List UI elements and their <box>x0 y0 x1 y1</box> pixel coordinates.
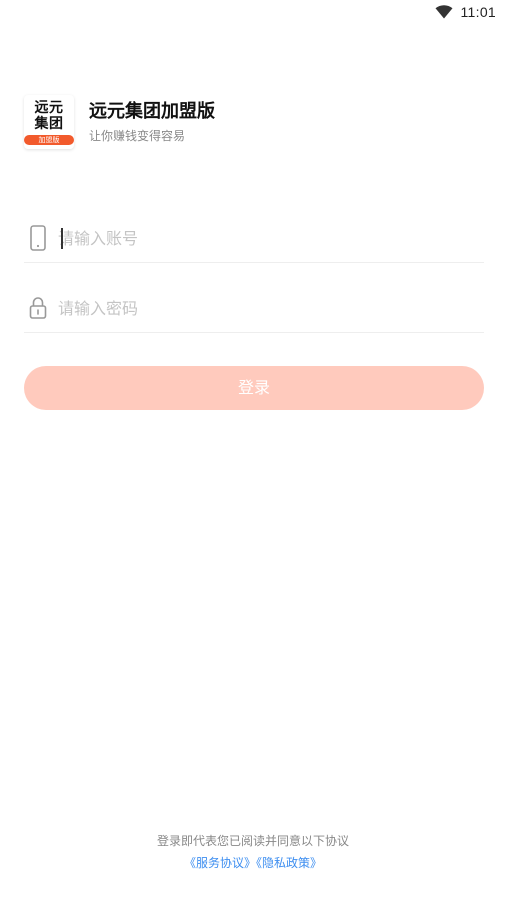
privacy-policy-link[interactable]: 《隐私政策》 <box>256 856 322 870</box>
logo-text: 远元 集团 <box>34 100 64 132</box>
app-subtitle: 让你赚钱变得容易 <box>89 129 186 143</box>
agreement-links: 《服务协议》《隐私政策》 <box>0 854 506 871</box>
agreement-text: 登录即代表您已阅读并同意以下协议 <box>156 834 349 848</box>
status-right: 11:01 <box>435 4 497 20</box>
lock-icon <box>28 295 48 321</box>
app-title: 远元集团加盟版 <box>89 101 215 122</box>
logo-badge: 加盟版 <box>24 135 74 145</box>
service-agreement-link[interactable]: 《服务协议》 <box>184 856 256 870</box>
password-input[interactable] <box>58 292 458 324</box>
wifi-icon <box>435 5 453 19</box>
password-row <box>24 286 484 333</box>
phone-icon <box>28 225 48 251</box>
app-logo: 远元 集团 加盟版 <box>24 95 74 149</box>
account-input[interactable] <box>58 222 458 254</box>
status-time: 11:01 <box>460 4 496 20</box>
text-caret <box>61 228 63 249</box>
account-row <box>24 216 484 263</box>
status-bar: 11:01 <box>0 0 506 26</box>
login-button[interactable]: 登录 <box>24 366 484 410</box>
app-header: 远元 集团 加盟版 远元集团加盟版 让你赚钱变得容易 <box>24 95 484 151</box>
